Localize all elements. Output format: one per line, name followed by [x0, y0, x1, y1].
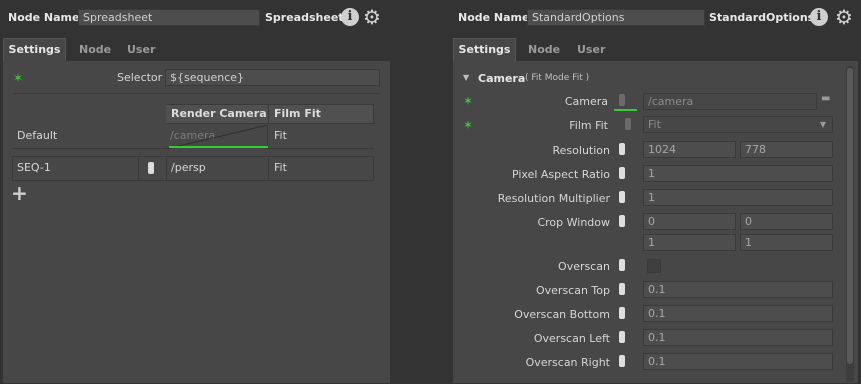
overscan-right-enable-toggle[interactable] — [619, 355, 625, 367]
resolution-multiplier-enable-toggle[interactable] — [619, 191, 625, 203]
tab-user[interactable]: User — [127, 43, 155, 56]
camera-label: Camera — [564, 95, 608, 108]
overscan-bottom-label: Overscan Bottom — [514, 308, 610, 321]
column-header-render-camera[interactable]: Render Camera — [166, 105, 268, 123]
overscan-enable-toggle[interactable] — [619, 259, 625, 271]
section-title[interactable]: Camera — [478, 72, 525, 85]
add-row-icon[interactable]: + — [11, 181, 28, 205]
camera-enable-toggle[interactable] — [619, 94, 625, 106]
section-collapse-icon[interactable]: ▼ — [463, 73, 469, 82]
film-fit-value: Fit — [648, 118, 661, 131]
overscan-top-enable-toggle[interactable] — [619, 283, 625, 295]
resolution-y-input[interactable]: 778 — [740, 141, 833, 158]
seq-1-render-camera-value[interactable]: /persp — [167, 157, 206, 179]
row-name-seq-1[interactable]: SEQ-1 — [13, 157, 51, 179]
node-name-input[interactable]: Spreadsheet — [78, 9, 260, 26]
crop-window-max-y-input[interactable]: 1 — [740, 234, 833, 251]
resolution-enable-toggle[interactable] — [619, 143, 625, 155]
column-header-film-fit[interactable]: Film Fit — [269, 105, 373, 123]
overscan-top-label: Overscan Top — [535, 284, 610, 297]
resolution-multiplier-input[interactable]: 1 — [643, 189, 833, 206]
overscan-bottom-enable-toggle[interactable] — [619, 307, 625, 319]
crop-window-enable-toggle[interactable] — [619, 215, 625, 227]
section-summary: ( Fit Mode Fit ) — [525, 73, 590, 83]
film-fit-label: Film Fit — [569, 119, 608, 132]
info-icon[interactable]: i — [341, 8, 359, 26]
crop-window-min-y-input[interactable]: 0 — [740, 213, 833, 230]
overscan-right-input[interactable]: 0.1 — [643, 353, 833, 370]
row-enabled-toggle[interactable] — [148, 162, 154, 174]
row-divider — [268, 157, 269, 180]
overscan-right-label: Overscan Right — [525, 356, 610, 369]
node-name-label: Node Name — [8, 11, 80, 24]
crop-window-max-x-input[interactable]: 1 — [643, 234, 736, 251]
film-fit-dropdown[interactable]: Fit ▼ — [643, 116, 833, 133]
row-name-default: Default — [17, 129, 58, 142]
tab-node[interactable]: Node — [528, 43, 560, 56]
selector-input[interactable]: ${sequence} — [165, 69, 380, 86]
chevron-down-icon: ▼ — [819, 120, 826, 129]
connected-indicator — [169, 146, 268, 148]
node-type-label: Spreadsheet — [265, 11, 344, 24]
camera-input[interactable]: /camera — [643, 93, 817, 110]
tab-settings[interactable]: Settings — [3, 38, 66, 61]
node-name-input[interactable]: StandardOptions — [527, 9, 705, 26]
overscan-label: Overscan — [558, 260, 610, 273]
resolution-x-input[interactable]: 1024 — [643, 141, 736, 158]
node-type-label: StandardOptions — [709, 11, 815, 24]
pixel-aspect-ratio-input[interactable]: 1 — [643, 165, 833, 182]
scrollbar-track[interactable] — [846, 66, 854, 382]
pixel-aspect-ratio-label: Pixel Aspect Ratio — [511, 168, 610, 181]
tab-node[interactable]: Node — [79, 43, 111, 56]
tab-user[interactable]: User — [577, 43, 605, 56]
scrollbar-thumb[interactable] — [847, 68, 853, 364]
tab-settings[interactable]: Settings — [453, 38, 516, 61]
row-divider — [138, 157, 139, 180]
default-film-fit-value[interactable]: Fit — [270, 125, 287, 147]
resolution-multiplier-label: Resolution Multiplier — [497, 192, 610, 205]
pixel-aspect-ratio-enable-toggle[interactable] — [619, 167, 625, 179]
divider — [13, 93, 380, 94]
overscan-top-input[interactable]: 0.1 — [643, 281, 833, 298]
resolution-label: Resolution — [552, 144, 610, 157]
overscan-left-enable-toggle[interactable] — [619, 331, 625, 343]
gear-icon[interactable]: ⚙ — [363, 5, 381, 29]
film-fit-enable-toggle[interactable] — [625, 118, 631, 130]
changed-marker-icon: ✶ — [13, 71, 24, 85]
selector-label: Selector — [117, 71, 163, 84]
overscan-left-input[interactable]: 0.1 — [643, 329, 833, 346]
gear-icon[interactable]: ⚙ — [835, 5, 853, 29]
node-name-label: Node Name — [458, 11, 530, 24]
connected-indicator — [614, 109, 637, 111]
info-icon[interactable]: i — [810, 8, 828, 26]
folder-icon[interactable]: ▬ — [821, 93, 830, 104]
crop-window-label: Crop Window — [537, 216, 610, 229]
overscan-checkbox[interactable] — [647, 259, 661, 273]
overscan-bottom-input[interactable]: 0.1 — [643, 305, 833, 322]
seq-1-film-fit-value[interactable]: Fit — [270, 157, 287, 179]
overscan-left-label: Overscan Left — [533, 332, 610, 345]
crop-window-min-x-input[interactable]: 0 — [643, 213, 736, 230]
